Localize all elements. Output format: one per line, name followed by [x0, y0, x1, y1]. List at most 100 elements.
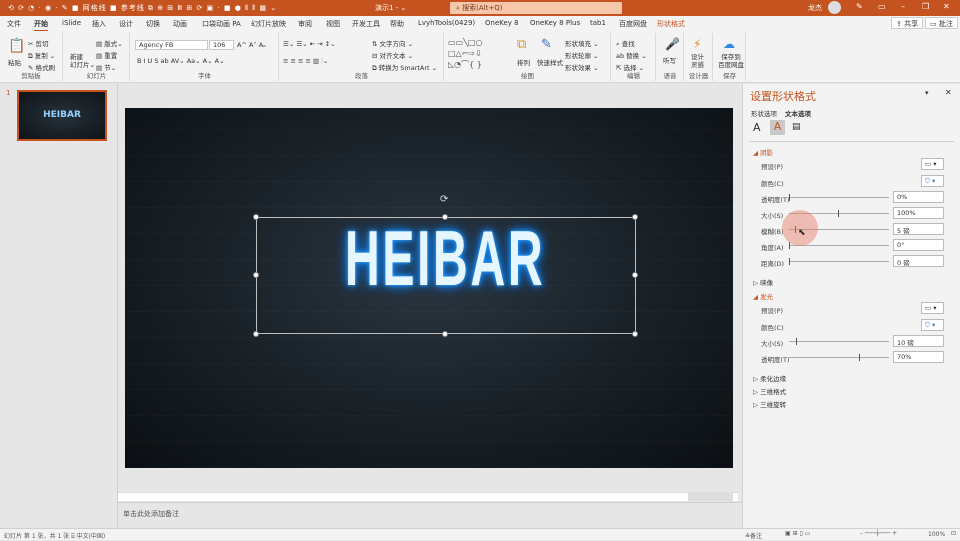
text-direction-button[interactable]: ⇅ 文字方向 ⌄ [372, 38, 413, 48]
ribbon-display-icon[interactable]: ▭ [878, 2, 886, 11]
tab-design[interactable]: 设计 [119, 19, 133, 29]
copy-button[interactable]: ⧉ 复制 ⌄ [28, 50, 55, 61]
pen-icon[interactable]: ✎ [856, 2, 863, 11]
shadow-blur-input[interactable]: 5 磅 [893, 223, 944, 235]
layout-button[interactable]: ▤ 版式⌄ [96, 38, 123, 48]
zoom-slider[interactable]: – ───┼─── + [860, 530, 897, 537]
tab-baidu-netdisk[interactable]: 百度网盘 [619, 19, 647, 29]
slide-thumbnail[interactable]: HEIBAR [17, 90, 107, 141]
align-buttons[interactable]: ≡ ≡ ≡ ≡ ▥ ⫶⌄ [283, 57, 328, 66]
notes-area[interactable]: 单击此处添加备注 [118, 502, 742, 528]
tab-tab1[interactable]: tab1 [590, 19, 606, 27]
text-fill-icon[interactable]: A [753, 121, 761, 134]
shadow-angle-input[interactable]: 0° [893, 239, 944, 251]
section-soft-edges[interactable]: ▷ 柔化边缘 [753, 373, 786, 383]
maximize-icon[interactable]: ❐ [922, 2, 929, 11]
tab-shape-options[interactable]: 形状选项 [751, 108, 777, 118]
share-button[interactable]: ⇪ 共享 [891, 17, 924, 29]
align-text-button[interactable]: ⊟ 对齐文本 ⌄ [372, 50, 413, 60]
quick-access-toolbar[interactable]: ⟲ ⟳ ◔ · ◉ · ✎ ■ 网格线 ■ 参考线 ⧉ ⊕ ⊞ Ⅲ ⊞ ⟳ ▣ … [8, 3, 277, 13]
section-shadow[interactable]: ◢ 阴影 [753, 147, 773, 157]
section-glow[interactable]: ◢ 发光 [753, 291, 773, 301]
shapes-gallery[interactable]: ▭▭╲□○ □△⌐⇨⇩ ◺◔⌒{ } [448, 37, 482, 70]
tab-lvyhtools[interactable]: LvyhTools(0429) [418, 19, 475, 27]
tab-animations[interactable]: 动画 [173, 19, 187, 29]
resize-handle[interactable] [632, 272, 638, 278]
reset-button[interactable]: ▤ 重置 [96, 50, 117, 60]
textbox-icon[interactable]: ▤ [792, 122, 801, 132]
user-name[interactable]: 龙杰 [808, 3, 822, 13]
tab-view[interactable]: 视图 [326, 19, 340, 29]
horizontal-scrollbar[interactable] [118, 492, 738, 501]
font-grow-shrink[interactable]: A^ A˅ Aₒ [237, 41, 266, 49]
tab-home[interactable]: 开始 [34, 19, 48, 31]
tab-islide[interactable]: iSlide [62, 19, 81, 27]
zoom-level[interactable]: 100% [928, 531, 945, 538]
section-3d-rotation[interactable]: ▷ 三维旋转 [753, 399, 786, 409]
fit-slide-icon[interactable]: ⊡ [951, 530, 956, 537]
font-name-input[interactable]: Agency FB [135, 40, 208, 50]
list-buttons[interactable]: ☰⌄ ☰⌄ ⇤ ⇥ ↕⌄ [283, 40, 336, 48]
shadow-transparency-input[interactable]: 0% [893, 191, 944, 203]
resize-handle[interactable] [253, 331, 259, 337]
shadow-size-input[interactable]: 100% [893, 207, 944, 219]
notes-toggle[interactable]: ≜备注 [745, 531, 762, 540]
scrollbar-thumb[interactable] [688, 493, 733, 501]
resize-handle[interactable] [632, 331, 638, 337]
new-slide-button[interactable]: 新建 幻灯片⌄ [70, 53, 95, 69]
section-3d-format[interactable]: ▷ 三维格式 [753, 386, 786, 396]
cut-button[interactable]: ✂ 剪切 [28, 38, 49, 48]
tab-transitions[interactable]: 切换 [146, 19, 160, 29]
shape-outline-button[interactable]: 形状轮廓 ⌄ [565, 50, 599, 60]
shape-fill-button[interactable]: 形状填充 ⌄ [565, 38, 599, 48]
font-format-buttons[interactable]: B I U S ab AV⌄ Aa⌄ A⌄ A⌄ [137, 57, 224, 65]
rotate-handle-icon[interactable]: ⟳ [440, 194, 448, 205]
tab-pocket-animation[interactable]: 口袋动画 PA [202, 19, 241, 29]
tab-text-options[interactable]: 文本选项 [785, 108, 811, 118]
pane-options-icon[interactable]: ▾ [925, 89, 929, 97]
tab-developer[interactable]: 开发工具 [352, 19, 380, 29]
save-to-baidu-button[interactable]: 保存到 百度网盘 [718, 53, 744, 69]
resize-handle[interactable] [632, 214, 638, 220]
shadow-distance-slider[interactable] [789, 258, 889, 265]
glow-transparency-slider[interactable] [789, 354, 889, 361]
text-effects-icon[interactable]: A [770, 120, 785, 135]
resize-handle[interactable] [253, 272, 259, 278]
glow-color-picker[interactable]: ⛉ ▾ [921, 319, 944, 331]
paste-button[interactable]: 粘贴 [8, 57, 21, 67]
close-icon[interactable]: ✕ [943, 2, 950, 11]
selection-box[interactable] [256, 217, 636, 334]
comment-button[interactable]: ▭ 批注 [925, 17, 958, 29]
tab-help[interactable]: 帮助 [390, 19, 404, 29]
tab-insert[interactable]: 插入 [92, 19, 106, 29]
tab-review[interactable]: 审阅 [298, 19, 312, 29]
tab-slideshow[interactable]: 幻灯片放映 [251, 19, 286, 29]
shadow-transparency-slider[interactable] [789, 194, 889, 201]
document-title[interactable]: 演示1 - ⌄ [375, 3, 406, 13]
glow-size-input[interactable]: 10 磅 [893, 335, 944, 347]
find-button[interactable]: ⌕ 查找 [616, 38, 635, 49]
resize-handle[interactable] [442, 331, 448, 337]
glow-transparency-input[interactable]: 70% [893, 351, 944, 363]
glow-size-slider[interactable] [789, 338, 889, 345]
search-input[interactable]: ⌕ 搜索(Alt+Q) [450, 2, 622, 14]
minimize-icon[interactable]: – [901, 2, 905, 11]
resize-handle[interactable] [442, 214, 448, 220]
design-ideas-button[interactable]: 设计 灵感 [691, 53, 704, 69]
tab-onekey8[interactable]: OneKey 8 [485, 19, 519, 27]
view-buttons[interactable]: ▣ ⊞ ▯ ▭ [785, 530, 810, 537]
arrange-button[interactable]: 排列 [517, 57, 530, 67]
section-reflection[interactable]: ▷ 映像 [753, 277, 773, 287]
shadow-preset-picker[interactable]: ▭ ▾ [921, 158, 944, 170]
tab-file[interactable]: 文件 [7, 19, 21, 29]
dictate-button[interactable]: 听写 [663, 55, 676, 65]
quick-styles-button[interactable]: 快速样式 [537, 57, 563, 67]
shadow-distance-input[interactable]: 0 磅 [893, 255, 944, 267]
avatar[interactable] [828, 1, 841, 14]
slide-canvas[interactable]: HEIBAR ⟳ [125, 108, 733, 468]
tab-shape-format[interactable]: 形状格式 [657, 19, 685, 29]
pane-close-icon[interactable]: ✕ [945, 88, 952, 97]
resize-handle[interactable] [253, 214, 259, 220]
tab-onekey8-plus[interactable]: OneKey 8 Plus [530, 19, 580, 27]
shadow-color-picker[interactable]: ⛉ ▾ [921, 175, 944, 187]
